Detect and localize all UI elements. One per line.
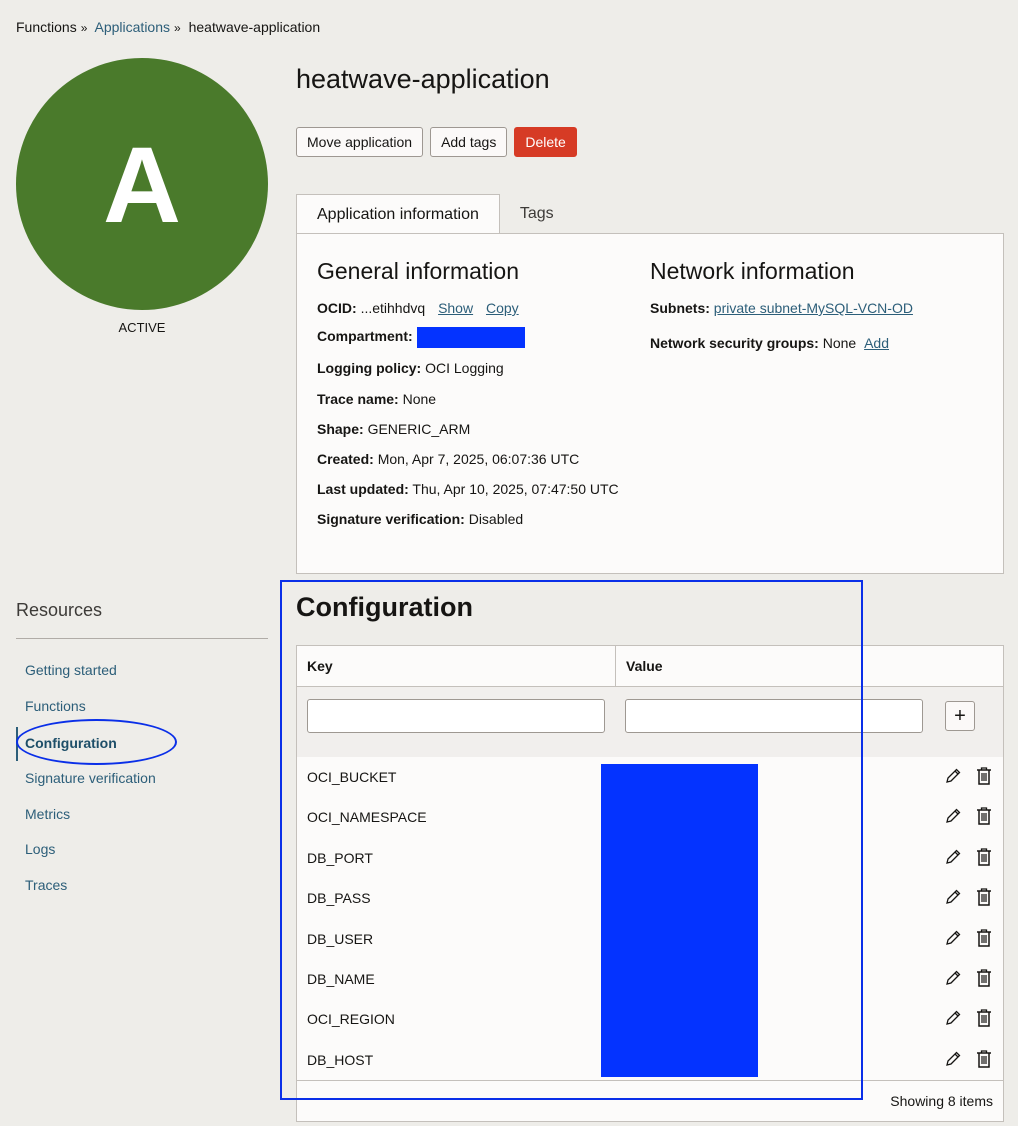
trash-icon[interactable] xyxy=(975,1049,993,1069)
last-updated-row: Last updated: Thu, Apr 10, 2025, 07:47:5… xyxy=(317,481,619,497)
pencil-icon[interactable] xyxy=(944,848,962,866)
annotation-ellipse xyxy=(16,719,177,765)
tab-application-information[interactable]: Application information xyxy=(296,194,500,235)
compartment-row: Compartment: xyxy=(317,327,525,348)
logging-policy-row: Logging policy: OCI Logging xyxy=(317,360,504,376)
shape-row: Shape: GENERIC_ARM xyxy=(317,421,470,437)
config-key: OCI_NAMESPACE xyxy=(307,809,427,825)
ocid-value: ...etihhdvq xyxy=(360,300,426,316)
created-label: Created: xyxy=(317,451,374,467)
config-key: DB_USER xyxy=(307,931,374,947)
breadcrumb-separator: » xyxy=(80,21,88,35)
ocid-label: OCID: xyxy=(317,300,357,316)
delete-button[interactable]: Delete xyxy=(514,127,577,157)
logging-policy-label: Logging policy: xyxy=(317,360,422,376)
trash-icon[interactable] xyxy=(975,887,993,907)
trash-icon[interactable] xyxy=(975,1008,993,1028)
trace-name-row: Trace name: None xyxy=(317,391,436,407)
resources-divider xyxy=(16,638,268,639)
config-key: DB_PASS xyxy=(307,890,371,906)
nsg-row: Network security groups: None Add xyxy=(650,335,889,351)
config-key: DB_PORT xyxy=(307,850,373,866)
ocid-row: OCID: ...etihhdvq Show Copy xyxy=(317,300,519,316)
nsg-value: None xyxy=(822,335,857,351)
sidebar-item-signature-verification[interactable]: Signature verification xyxy=(25,770,156,786)
signature-verification-value: Disabled xyxy=(468,511,524,527)
general-information-heading: General information xyxy=(317,258,519,284)
shape-label: Shape: xyxy=(317,421,364,437)
footer-divider xyxy=(297,1080,1003,1081)
tab-bar: Application information Tags xyxy=(296,194,574,235)
column-header-key[interactable]: Key xyxy=(297,646,616,686)
breadcrumb: Functions» Applications» heatwave-applic… xyxy=(16,19,320,35)
signature-verification-label: Signature verification: xyxy=(317,511,465,527)
add-entry-button[interactable]: + xyxy=(945,701,975,731)
logging-policy-value: OCI Logging xyxy=(425,360,504,376)
last-updated-label: Last updated: xyxy=(317,481,409,497)
application-avatar: A xyxy=(16,58,268,310)
value-column-redaction xyxy=(601,764,758,1077)
sidebar-item-traces[interactable]: Traces xyxy=(25,877,67,893)
breadcrumb-separator: » xyxy=(174,21,181,35)
breadcrumb-root[interactable]: Functions xyxy=(16,19,77,35)
configuration-heading: Configuration xyxy=(296,592,473,622)
pencil-icon[interactable] xyxy=(944,1009,962,1027)
tab-tags[interactable]: Tags xyxy=(500,194,574,234)
subnets-row: Subnets: private subnet-MySQL-VCN-OD xyxy=(650,300,913,316)
new-value-input[interactable] xyxy=(625,699,923,733)
add-tags-button[interactable]: Add tags xyxy=(430,127,508,157)
trace-name-value: None xyxy=(402,391,437,407)
sidebar-item-metrics[interactable]: Metrics xyxy=(25,806,70,822)
config-key: DB_HOST xyxy=(307,1052,374,1068)
subnet-link[interactable]: private subnet-MySQL-VCN-OD xyxy=(714,300,913,316)
pencil-icon[interactable] xyxy=(944,767,962,785)
subnets-label: Subnets: xyxy=(650,300,710,316)
application-info-panel: General information OCID: ...etihhdvq Sh… xyxy=(296,233,1004,574)
action-bar: Move application Add tags Delete xyxy=(296,127,577,157)
move-application-button[interactable]: Move application xyxy=(296,127,424,157)
trash-icon[interactable] xyxy=(975,806,993,826)
nsg-add-link[interactable]: Add xyxy=(864,335,889,351)
resources-heading: Resources xyxy=(16,600,103,620)
created-row: Created: Mon, Apr 7, 2025, 06:07:36 UTC xyxy=(317,451,579,467)
trash-icon[interactable] xyxy=(975,968,993,988)
pencil-icon[interactable] xyxy=(944,888,962,906)
ocid-copy-link[interactable]: Copy xyxy=(486,300,519,316)
ocid-show-link[interactable]: Show xyxy=(438,300,473,316)
column-header-value[interactable]: Value xyxy=(616,646,1004,686)
shape-value: GENERIC_ARM xyxy=(367,421,471,437)
breadcrumb-current: heatwave-application xyxy=(188,19,321,35)
last-updated-value: Thu, Apr 10, 2025, 07:47:50 UTC xyxy=(412,481,619,497)
sidebar-item-functions[interactable]: Functions xyxy=(25,698,86,714)
trace-name-label: Trace name: xyxy=(317,391,399,407)
created-value: Mon, Apr 7, 2025, 06:07:36 UTC xyxy=(377,451,580,467)
pencil-icon[interactable] xyxy=(944,969,962,987)
sidebar-item-logs[interactable]: Logs xyxy=(25,841,55,857)
pencil-icon[interactable] xyxy=(944,1050,962,1068)
table-footer-count: Showing 8 items xyxy=(890,1093,993,1109)
new-key-input[interactable] xyxy=(307,699,605,733)
page-title: heatwave-application xyxy=(296,64,550,94)
config-key: OCI_REGION xyxy=(307,1011,395,1027)
breadcrumb-applications-link[interactable]: Applications xyxy=(95,19,171,35)
config-key: OCI_BUCKET xyxy=(307,769,397,785)
config-key: DB_NAME xyxy=(307,971,375,987)
pencil-icon[interactable] xyxy=(944,807,962,825)
trash-icon[interactable] xyxy=(975,928,993,948)
new-entry-row: + xyxy=(297,687,1003,757)
pencil-icon[interactable] xyxy=(944,929,962,947)
status-label: ACTIVE xyxy=(118,320,166,335)
trash-icon[interactable] xyxy=(975,847,993,867)
compartment-label: Compartment: xyxy=(317,328,413,345)
nsg-label: Network security groups: xyxy=(650,335,819,351)
trash-icon[interactable] xyxy=(975,766,993,786)
sidebar-item-getting-started[interactable]: Getting started xyxy=(25,662,117,678)
network-information-heading: Network information xyxy=(650,258,855,284)
signature-verification-row: Signature verification: Disabled xyxy=(317,511,523,527)
configuration-table: Key Value + OCI_BUCKET OCI_NAMESPACE DB_PO… xyxy=(296,645,1004,1122)
compartment-redaction xyxy=(416,327,525,348)
